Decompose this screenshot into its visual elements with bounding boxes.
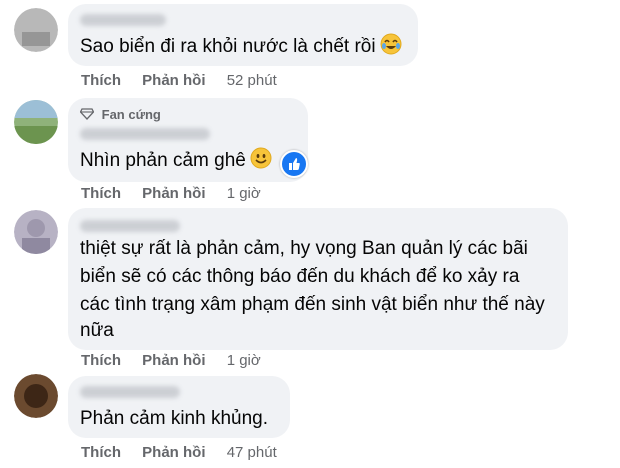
crying-laughing-icon	[380, 33, 402, 64]
comment-actions: Thích Phản hồi 1 giờ	[81, 352, 261, 369]
diamond-icon	[79, 108, 95, 120]
comment-bubble: thiệt sự rất là phản cảm, hy vọng Ban qu…	[68, 208, 568, 350]
comment-text-line: các tình trạng xâm phạm đến sinh vật biể…	[80, 294, 545, 315]
like-link[interactable]: Thích	[81, 352, 121, 369]
timestamp[interactable]: 47 phút	[227, 444, 277, 461]
like-link[interactable]: Thích	[81, 444, 121, 461]
comment-bubble: Fan cứng Nhìn phản cảm ghê	[68, 98, 308, 182]
comment-bubble: Sao biển đi ra khỏi nước là chết rồi	[68, 4, 418, 66]
avatar[interactable]	[14, 374, 58, 418]
comment-text-line: nữa	[80, 320, 114, 341]
avatar[interactable]	[14, 210, 58, 254]
author-name[interactable]	[80, 220, 180, 232]
author-name[interactable]	[80, 14, 166, 26]
reply-link[interactable]: Phản hồi	[142, 352, 205, 369]
comment-text: Phản cảm kinh khủng.	[80, 408, 269, 429]
like-link[interactable]: Thích	[81, 72, 121, 89]
comment-text-line: thiệt sự rất là phản cảm, hy vọng Ban qu…	[80, 238, 528, 259]
avatar[interactable]	[14, 8, 58, 52]
avatar[interactable]	[14, 100, 58, 144]
reply-link[interactable]: Phản hồi	[142, 444, 205, 461]
comment-actions: Thích Phản hồi 52 phút	[81, 72, 277, 89]
timestamp[interactable]: 1 giờ	[227, 352, 261, 369]
smile-icon	[250, 147, 272, 178]
comment-actions: Thích Phản hồi 1 giờ	[81, 185, 261, 202]
like-link[interactable]: Thích	[81, 185, 121, 202]
author-name[interactable]	[80, 386, 180, 398]
comment-bubble: Phản cảm kinh khủng.	[68, 376, 290, 438]
comment-text: Sao biển đi ra khỏi nước là chết rồi	[80, 32, 402, 64]
reply-link[interactable]: Phản hồi	[142, 72, 205, 89]
comment-text-line: biển sẽ có các thông báo đến du khách để…	[80, 266, 520, 287]
author-name[interactable]	[80, 128, 210, 140]
timestamp[interactable]: 1 giờ	[227, 185, 261, 202]
comment-actions: Thích Phản hồi 47 phút	[81, 444, 277, 461]
comment-text: Nhìn phản cảm ghê	[80, 146, 272, 178]
timestamp[interactable]: 52 phút	[227, 72, 277, 89]
reply-link[interactable]: Phản hồi	[142, 185, 205, 202]
fan-badge: Fan cứng	[79, 107, 161, 122]
like-reaction-icon[interactable]	[280, 150, 308, 178]
